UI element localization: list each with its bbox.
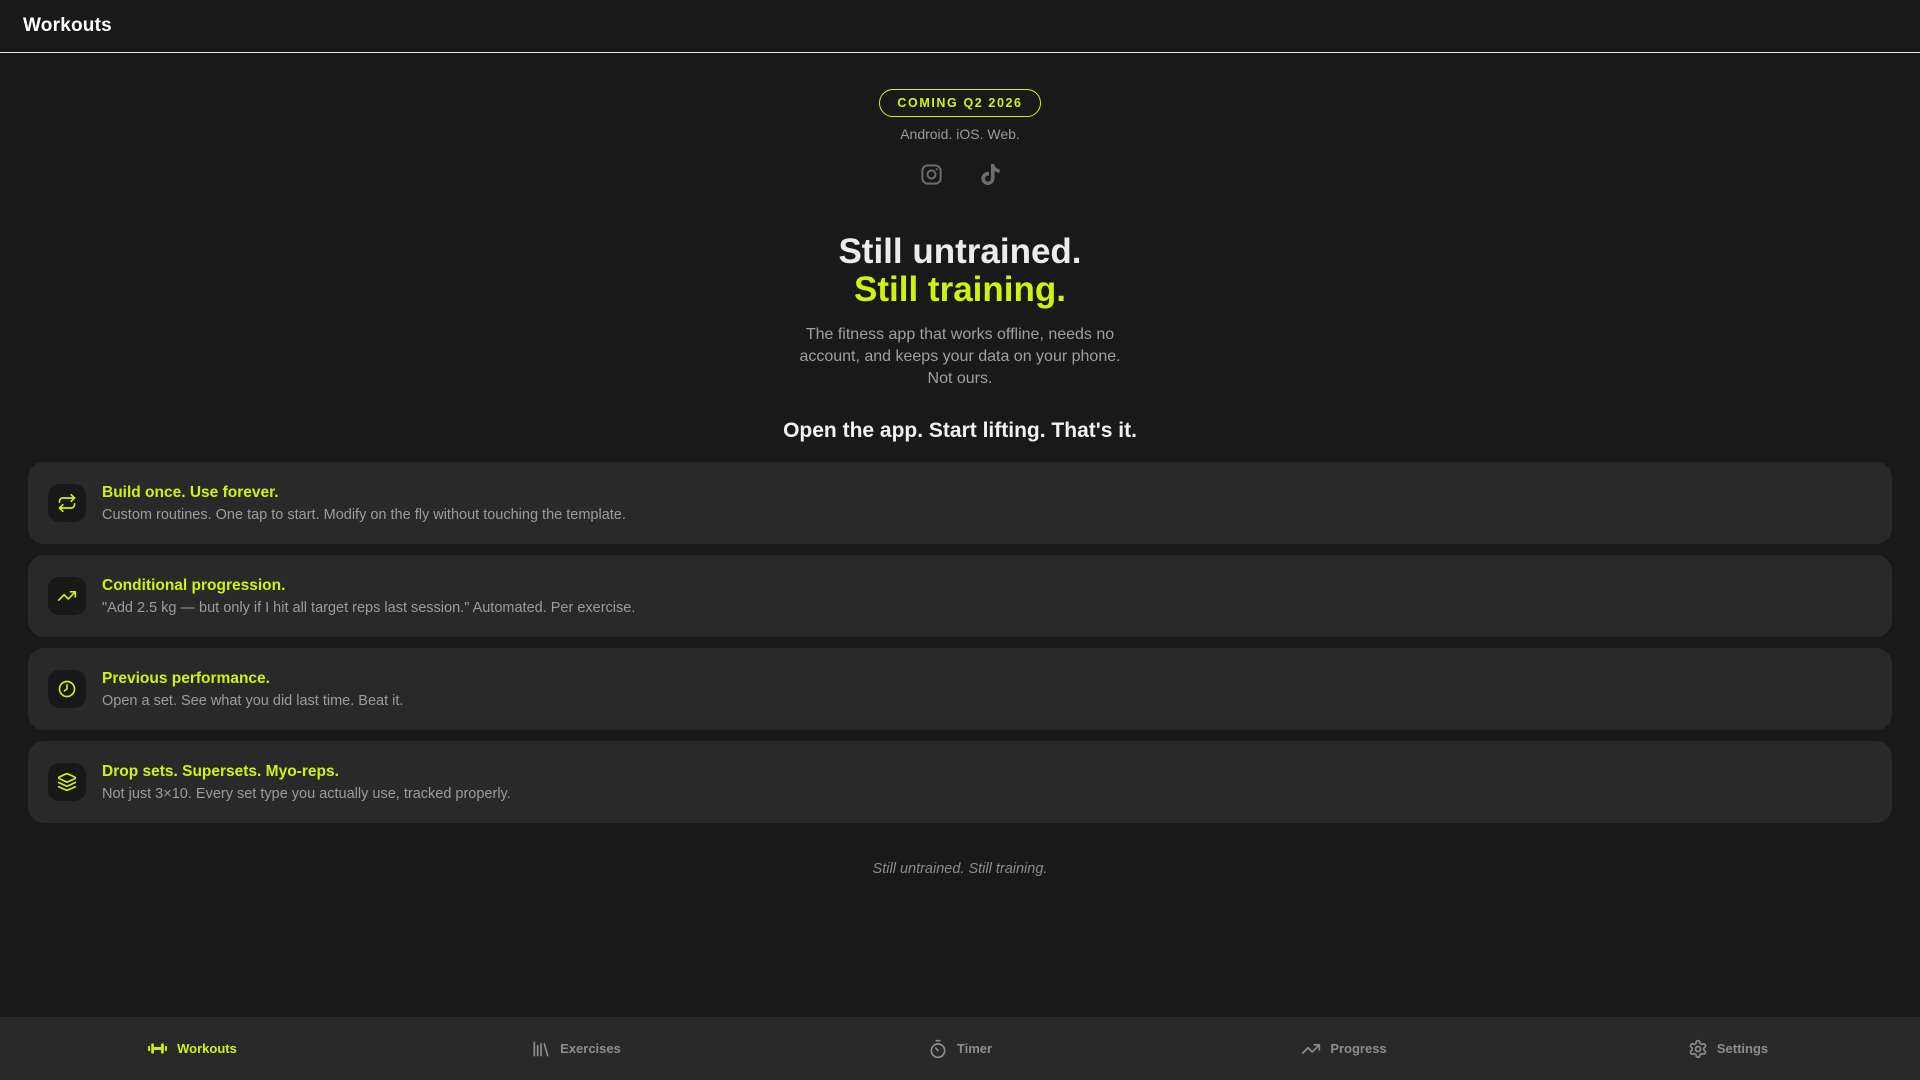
hero-heading: Still untrained. Still training. (0, 233, 1920, 309)
page-title: Workouts (23, 15, 112, 36)
library-icon (531, 1039, 551, 1059)
hero-heading-line2: Still training. (854, 270, 1066, 309)
hero-section: COMING Q2 2026 Android. iOS. Web. Still … (0, 53, 1920, 443)
nav-item-exercises[interactable]: Exercises (384, 1017, 768, 1080)
dumbbell-icon (147, 1038, 168, 1059)
nav-item-settings[interactable]: Settings (1536, 1017, 1920, 1080)
footer-tagline: Still untrained. Still training. (872, 861, 1048, 877)
nav-label: Workouts (177, 1041, 237, 1056)
feature-description: "Add 2.5 kg — but only if I hit all targ… (102, 599, 636, 616)
feature-description: Open a set. See what you did last time. … (102, 692, 404, 709)
cta-text: Open the app. Start lifting. That's it. (783, 419, 1137, 442)
feature-title: Build once. Use forever. (102, 483, 279, 501)
repeat-icon (48, 484, 86, 522)
hero-description-line: Not ours. (927, 370, 993, 387)
feature-title: Conditional progression. (102, 576, 286, 594)
feature-description: Not just 3×10. Every set type you actual… (102, 785, 511, 802)
layers-icon (48, 763, 86, 801)
app-header: Workouts (0, 0, 1920, 53)
platforms-text: Android. iOS. Web. (900, 126, 1020, 142)
nav-label: Progress (1330, 1041, 1387, 1056)
feature-title: Previous performance. (102, 669, 270, 687)
timer-icon (928, 1039, 948, 1059)
hero-heading-line1: Still untrained. (838, 232, 1082, 271)
hero-description-line: The fitness app that works offline, need… (805, 326, 1115, 343)
nav-item-progress[interactable]: Progress (1152, 1017, 1536, 1080)
trending-up-icon (1301, 1039, 1321, 1059)
feature-title: Drop sets. Supersets. Myo-reps. (102, 762, 339, 780)
nav-item-timer[interactable]: Timer (768, 1017, 1152, 1080)
trending-up-icon (48, 577, 86, 615)
nav-label: Exercises (560, 1041, 621, 1056)
hero-description: The fitness app that works offline, need… (0, 324, 1920, 390)
bottom-nav: Workouts Exercises Timer Progress Settin… (0, 1017, 1920, 1080)
hero-description-line: account, and keeps your data on your pho… (799, 348, 1121, 365)
nav-label: Settings (1716, 1041, 1769, 1056)
clock-icon (48, 670, 86, 708)
feature-card-progression[interactable]: Conditional progression. "Add 2.5 kg — b… (28, 555, 1892, 637)
feature-list: Build once. Use forever. Custom routines… (28, 462, 1892, 823)
coming-soon-badge: COMING Q2 2026 (879, 89, 1041, 117)
nav-item-workouts[interactable]: Workouts (0, 1017, 384, 1080)
feature-card-routines[interactable]: Build once. Use forever. Custom routines… (28, 462, 1892, 544)
tiktok-icon[interactable] (980, 164, 1001, 185)
feature-card-set-types[interactable]: Drop sets. Supersets. Myo-reps. Not just… (28, 741, 1892, 823)
instagram-icon[interactable] (920, 163, 943, 186)
social-links (0, 163, 1920, 186)
feature-card-history[interactable]: Previous performance. Open a set. See wh… (28, 648, 1892, 730)
gear-icon (1688, 1039, 1708, 1059)
feature-description: Custom routines. One tap to start. Modif… (102, 506, 626, 523)
nav-label: Timer (956, 1041, 993, 1056)
